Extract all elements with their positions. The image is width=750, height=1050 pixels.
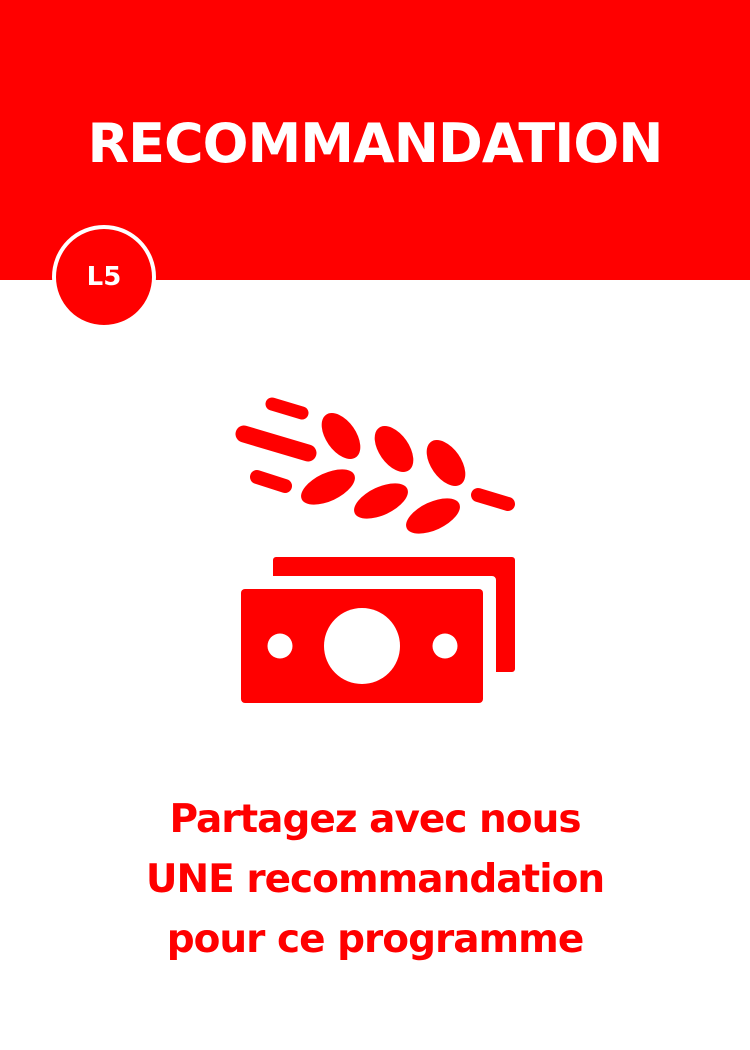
wheat-icon — [235, 397, 515, 534]
message-line: UNE recommandation — [145, 857, 605, 902]
money-icon — [241, 557, 515, 703]
message-line: Partagez avec nous — [169, 797, 581, 842]
message-line: pour ce programme — [166, 917, 585, 962]
recommendation-message: Partagez avec nous UNE recommandation po… — [0, 790, 750, 970]
